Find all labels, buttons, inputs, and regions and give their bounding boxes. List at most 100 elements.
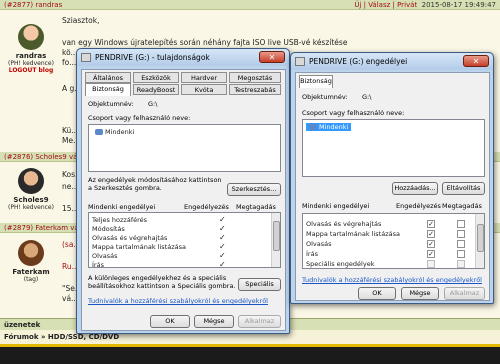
tab-megosztas[interactable]: Megosztás <box>229 72 281 83</box>
ok-button[interactable]: OK <box>358 287 396 300</box>
post-actions[interactable]: Új | Válasz | Privát <box>354 1 417 9</box>
user-card-randras: randras (PH! kedvence) LOGOUT blog <box>6 24 56 74</box>
group-label: Csoport vagy felhasználó neve: <box>88 114 191 122</box>
deny-header: Megtagadás <box>236 203 276 211</box>
permissions-titlebar[interactable]: PENDRIVE (G:) engedélyei ✕ <box>291 53 493 70</box>
scroll-thumb[interactable] <box>273 221 280 251</box>
allow-checkbox[interactable]: ✓ <box>427 250 435 258</box>
permission-scrollbar[interactable] <box>475 214 484 268</box>
properties-body: Általános Eszközök Hardver Megosztás Biz… <box>81 69 286 331</box>
apply-button[interactable]: Alkalmaz <box>238 315 281 328</box>
user-card-scholes9: Scholes9 (PH! kedvence) <box>6 168 56 211</box>
messages-link[interactable]: üzenetek <box>4 321 40 329</box>
check-icon: ✓ <box>219 242 226 251</box>
tab-eszkozok[interactable]: Eszközök <box>133 72 179 83</box>
permission-list[interactable]: Olvasás és végrehajtás Mappa tartalmának… <box>302 213 485 269</box>
username[interactable]: Scholes9 <box>6 196 56 204</box>
allow-checkbox[interactable]: ✓ <box>427 240 435 248</box>
special-button[interactable]: Speciális <box>238 278 281 291</box>
close-button[interactable]: ✕ <box>463 55 489 67</box>
allow-header: Engedélyezés <box>396 202 441 210</box>
perm-row: Teljes hozzáférés <box>92 216 148 224</box>
user-blog-link[interactable]: LOGOUT blog <box>6 67 56 74</box>
deny-checkbox[interactable] <box>457 240 465 248</box>
tab-kvota[interactable]: Kvóta <box>181 84 227 95</box>
close-button[interactable]: ✕ <box>259 51 285 63</box>
deny-header: Megtagadás <box>442 202 482 210</box>
object-name-value: G:\ <box>148 100 158 108</box>
perm-row: Olvasás és végrehajtás <box>92 234 168 242</box>
perm-row: Írás <box>306 250 318 258</box>
perm-row: Olvasás <box>306 240 332 248</box>
properties-window: PENDRIVE (G:) - tulajdonságok ✕ Általáno… <box>76 48 290 334</box>
window-title: PENDRIVE (G:) - tulajdonságok <box>95 53 210 62</box>
add-button[interactable]: Hozzáadás... <box>392 182 438 195</box>
drive-icon <box>81 53 91 62</box>
allow-checkbox <box>427 260 435 268</box>
tab-testreszabas[interactable]: Testreszabás <box>229 84 281 95</box>
help-link[interactable]: Tudnivalók a hozzáférési szabályokról és… <box>88 297 268 305</box>
ok-button[interactable]: OK <box>150 315 190 328</box>
post-id-link[interactable]: (#2877) randras <box>4 1 62 9</box>
post-line: fo... <box>62 58 77 67</box>
check-icon: ✓ <box>219 260 226 269</box>
post-line: van egy Windows újratelepítés során néhá… <box>62 38 348 47</box>
group-list[interactable]: Mindenki <box>88 124 281 172</box>
users-icon <box>309 124 317 130</box>
tab-altalanos[interactable]: Általános <box>85 72 131 83</box>
help-link[interactable]: Tudnivalók a hozzáférési szabályokról és… <box>302 276 482 284</box>
remove-button[interactable]: Eltávolítás <box>442 182 485 195</box>
perm-row: Olvasás és végrehajtás <box>306 220 382 228</box>
permissions-body: Biztonság Objektumnév: G:\ Csoport vagy … <box>295 72 490 301</box>
username[interactable]: Faterkam <box>6 268 56 276</box>
group-item-label: Mindenki <box>105 128 135 136</box>
allow-checkbox[interactable]: ✓ <box>427 220 435 228</box>
perm-row: Olvasás <box>92 252 118 260</box>
post-line: Sziasztok, <box>62 16 100 25</box>
deny-checkbox[interactable] <box>457 220 465 228</box>
object-name-label: Objektumnév: <box>88 100 134 108</box>
perm-row: Mappa tartalmának listázása <box>92 243 186 251</box>
change-hint: a Szerkesztés gombra. <box>88 184 162 192</box>
deny-checkbox[interactable] <box>457 230 465 238</box>
tab-biztonsag[interactable]: Biztonság <box>299 75 333 88</box>
window-title: PENDRIVE (G:) engedélyei <box>309 57 408 66</box>
permission-list[interactable]: Teljes hozzáférés Módosítás Olvasás és v… <box>88 212 281 269</box>
deny-checkbox <box>457 260 465 268</box>
cancel-button[interactable]: Mégse <box>401 287 439 300</box>
user-card-faterkam: Faterkam (tag) <box>6 240 56 283</box>
group-list[interactable]: Mindenki <box>302 119 485 177</box>
breadcrumb-text[interactable]: Fórumok » HDD/SSD, CD/DVD <box>4 333 119 341</box>
cancel-button[interactable]: Mégse <box>194 315 234 328</box>
tab-readyboost[interactable]: ReadyBoost <box>133 84 179 95</box>
permission-scrollbar[interactable] <box>271 213 280 267</box>
permissions-window: PENDRIVE (G:) engedélyei ✕ Biztonság Obj… <box>290 52 494 304</box>
user-rank: (PH! kedvence) <box>8 60 54 67</box>
group-label: Csoport vagy felhasználó neve: <box>302 109 405 117</box>
perm-header: Mindenki engedélyei <box>88 203 156 211</box>
apply-button[interactable]: Alkalmaz <box>444 287 485 300</box>
check-icon: ✓ <box>219 233 226 242</box>
user-rank: (PH! kedvence) <box>8 204 54 211</box>
scroll-thumb[interactable] <box>477 224 484 252</box>
check-icon: ✓ <box>219 251 226 260</box>
tab-hardver[interactable]: Hardver <box>181 72 227 83</box>
username[interactable]: randras <box>6 52 56 60</box>
object-name-label: Objektumnév: <box>302 93 348 101</box>
check-icon: ✓ <box>219 215 226 224</box>
users-icon <box>95 129 103 135</box>
avatar <box>18 24 44 50</box>
properties-titlebar[interactable]: PENDRIVE (G:) - tulajdonságok ✕ <box>77 49 289 66</box>
tab-biztonsag[interactable]: Biztonság <box>85 83 131 96</box>
change-hint: Az engedélyek módosításához kattintson <box>88 176 222 184</box>
group-item-mindenki[interactable]: Mindenki <box>92 128 137 136</box>
perm-row: Mappa tartalmának listázása <box>306 230 400 238</box>
perm-header: Mindenki engedélyei <box>302 202 370 210</box>
deny-checkbox[interactable] <box>457 250 465 258</box>
user-rank: (tag) <box>23 276 39 283</box>
allow-header: Engedélyezés <box>184 203 229 211</box>
group-item-mindenki[interactable]: Mindenki <box>306 123 352 131</box>
drive-icon <box>295 57 305 66</box>
edit-button[interactable]: Szerkesztés... <box>227 183 281 196</box>
allow-checkbox[interactable]: ✓ <box>427 230 435 238</box>
